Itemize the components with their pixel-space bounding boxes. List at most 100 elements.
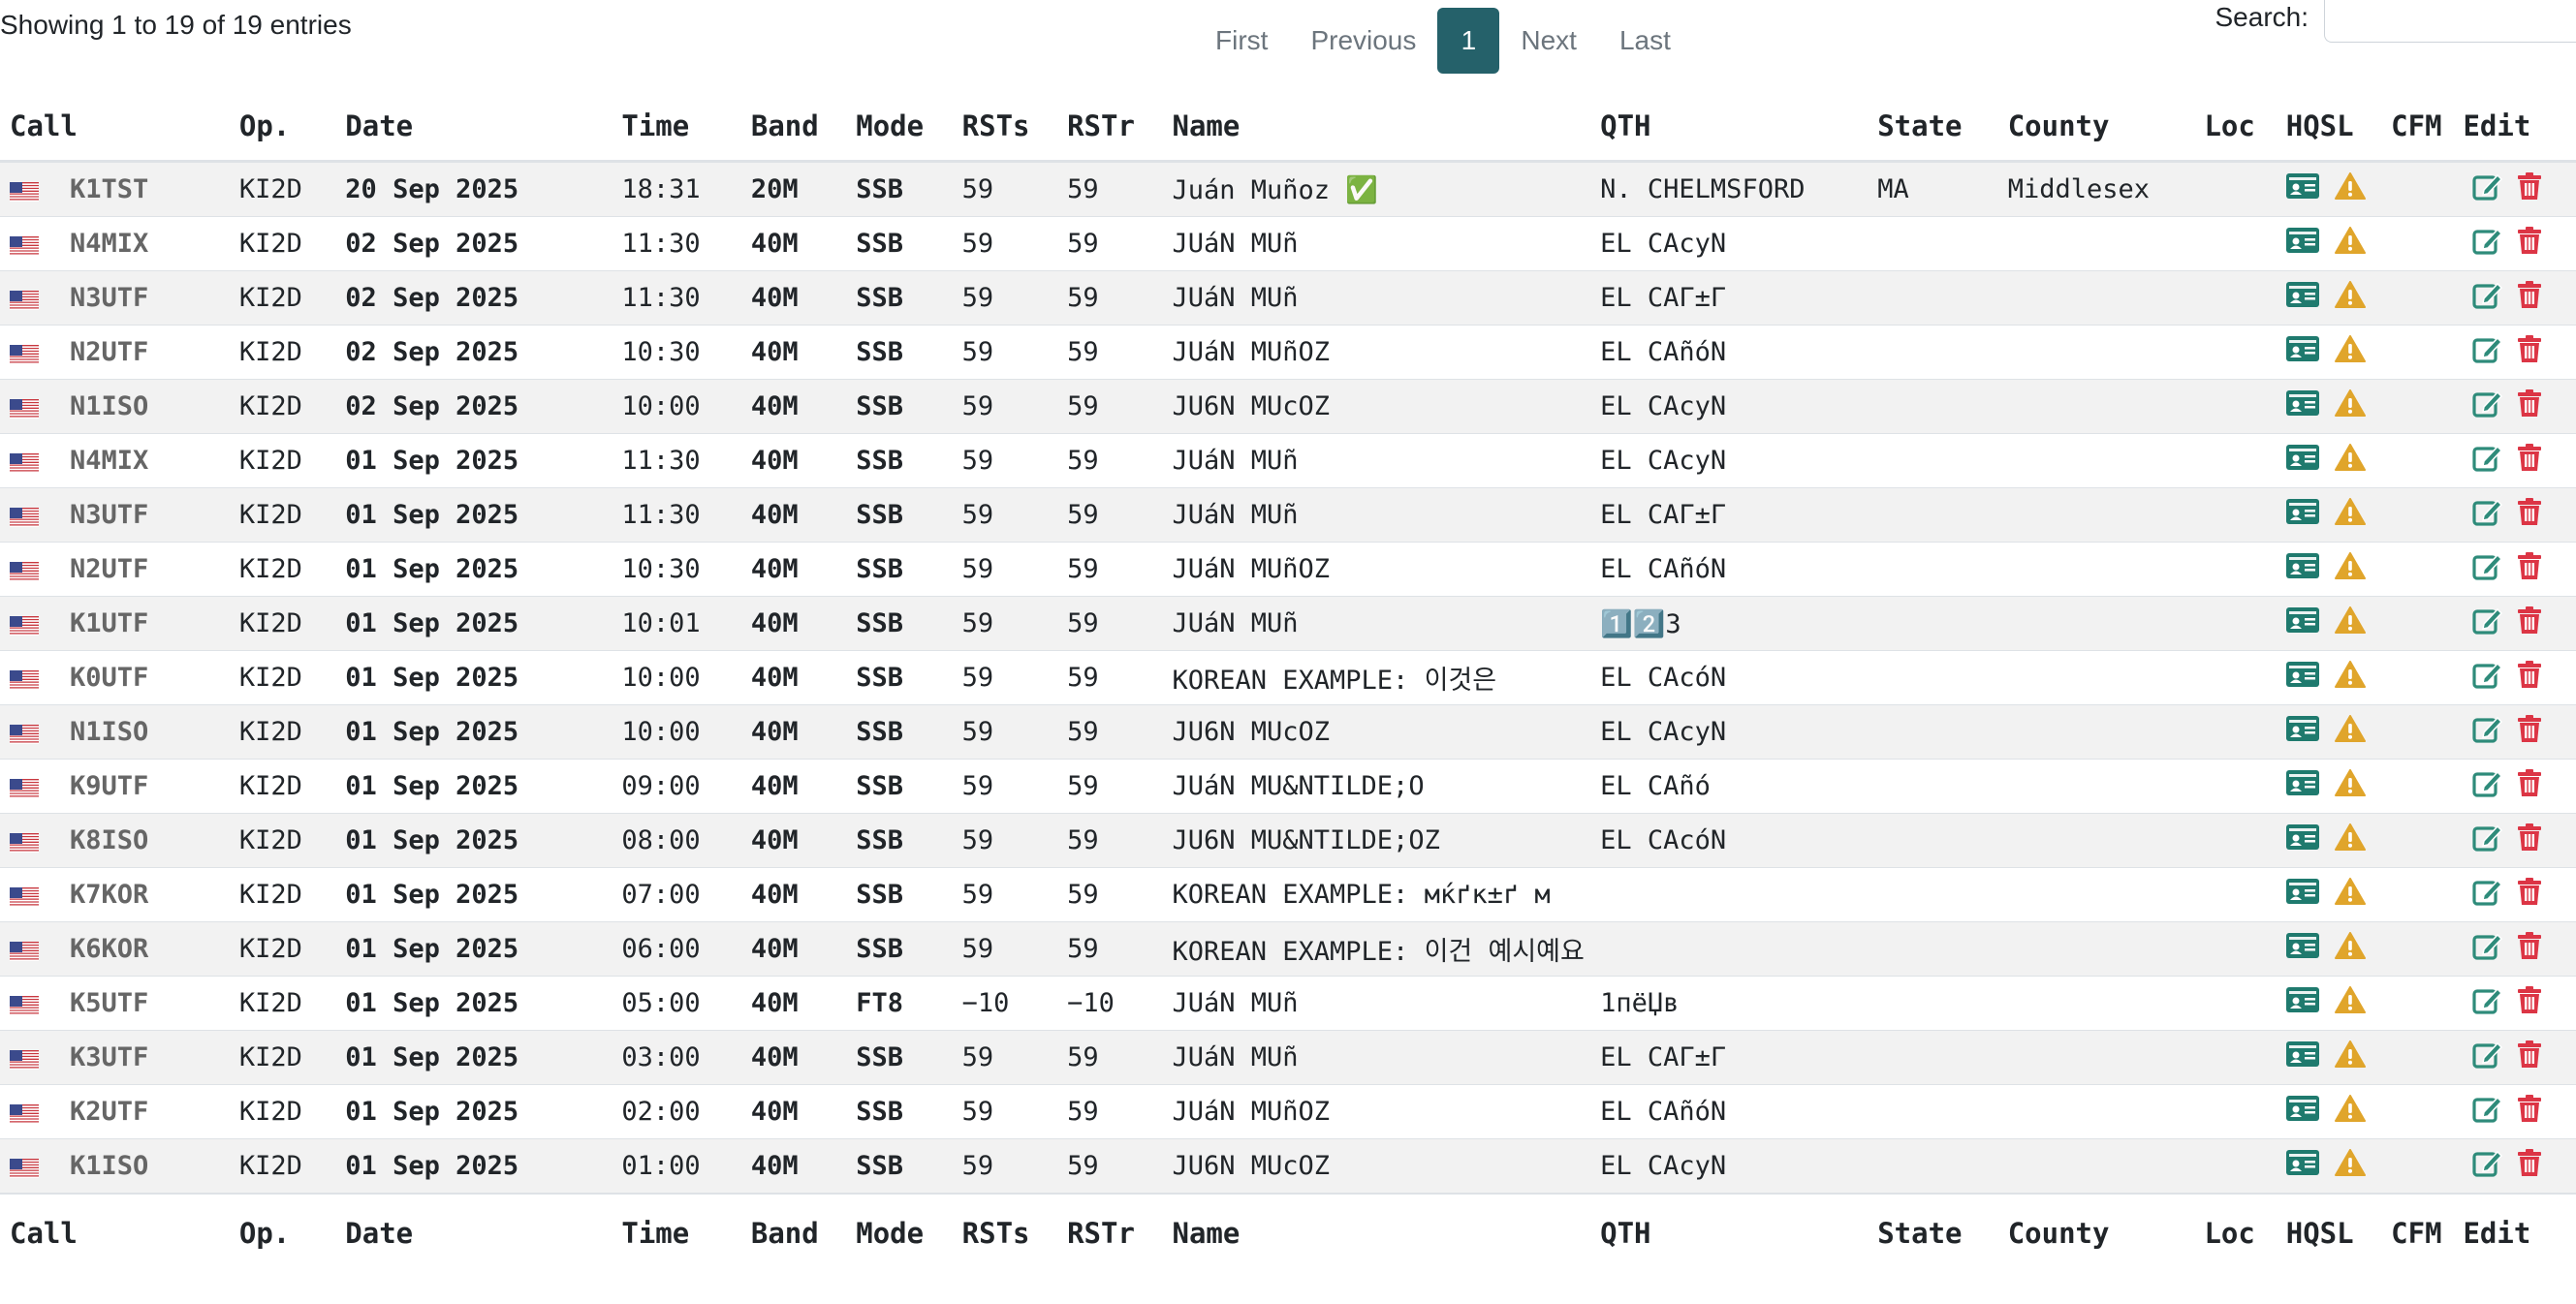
id-card-icon[interactable] (2285, 282, 2319, 314)
edit-icon[interactable] (2472, 660, 2503, 696)
call-sign-cell[interactable]: K1TST (0, 161, 230, 217)
id-card-icon[interactable] (2285, 445, 2319, 477)
column-footer-date[interactable]: Date (335, 1193, 613, 1272)
warning-icon[interactable] (2334, 606, 2366, 640)
trash-icon[interactable] (2517, 443, 2542, 479)
warning-icon[interactable] (2334, 986, 2366, 1020)
id-card-icon[interactable] (2285, 716, 2319, 748)
pagination-first[interactable]: First (1194, 8, 1289, 74)
call-sign-cell[interactable]: K7KOR (0, 867, 230, 922)
column-header-call[interactable]: Call (0, 92, 230, 163)
call-sign-text[interactable]: K8ISO (70, 825, 148, 855)
warning-icon[interactable] (2334, 769, 2366, 803)
warning-icon[interactable] (2334, 335, 2366, 369)
call-sign-cell[interactable]: N3UTF (0, 270, 230, 326)
edit-icon[interactable] (2472, 823, 2503, 858)
column-header-mode[interactable]: Mode (846, 92, 953, 163)
trash-icon[interactable] (2517, 714, 2542, 750)
call-sign-text[interactable]: K2UTF (70, 1097, 148, 1127)
id-card-icon[interactable] (2285, 336, 2319, 368)
column-footer-time[interactable]: Time (612, 1193, 741, 1272)
edit-icon[interactable] (2472, 768, 2503, 804)
edit-icon[interactable] (2472, 171, 2503, 207)
id-card-icon[interactable] (2285, 770, 2319, 802)
call-sign-text[interactable]: K0UTF (70, 663, 148, 693)
trash-icon[interactable] (2517, 1148, 2542, 1184)
id-card-icon[interactable] (2285, 1150, 2319, 1182)
call-sign-cell[interactable]: K6KOR (0, 921, 230, 977)
edit-icon[interactable] (2472, 1040, 2503, 1075)
call-sign-text[interactable]: K5UTF (70, 988, 148, 1018)
call-sign-cell[interactable]: N4MIX (0, 433, 230, 488)
column-header-band[interactable]: Band (740, 92, 847, 163)
warning-icon[interactable] (2334, 444, 2366, 478)
call-sign-cell[interactable]: K8ISO (0, 813, 230, 868)
edit-icon[interactable] (2472, 714, 2503, 750)
edit-icon[interactable] (2472, 551, 2503, 587)
id-card-icon[interactable] (2285, 499, 2319, 531)
warning-icon[interactable] (2334, 172, 2366, 206)
call-sign-cell[interactable]: N3UTF (0, 487, 230, 543)
edit-icon[interactable] (2472, 1094, 2503, 1130)
id-card-icon[interactable] (2285, 607, 2319, 639)
trash-icon[interactable] (2517, 660, 2542, 696)
column-footer-edit[interactable]: Edit (2453, 1193, 2576, 1272)
call-sign-text[interactable]: K7KOR (70, 880, 148, 910)
trash-icon[interactable] (2517, 877, 2542, 913)
call-sign-text[interactable]: N1ISO (70, 391, 148, 421)
call-sign-text[interactable]: K1TST (70, 174, 148, 204)
warning-icon[interactable] (2334, 1040, 2366, 1074)
column-header-qth[interactable]: QTH (1590, 92, 1869, 163)
call-sign-text[interactable]: N4MIX (70, 446, 148, 476)
call-sign-text[interactable]: K3UTF (70, 1042, 148, 1072)
column-header-state[interactable]: State (1868, 92, 1998, 163)
column-footer-rstr[interactable]: RSTr (1057, 1193, 1163, 1272)
edit-icon[interactable] (2472, 931, 2503, 967)
trash-icon[interactable] (2517, 551, 2542, 587)
id-card-icon[interactable] (2285, 228, 2319, 260)
warning-icon[interactable] (2334, 1149, 2366, 1183)
edit-icon[interactable] (2472, 497, 2503, 533)
column-footer-rsts[interactable]: RSTs (952, 1193, 1058, 1272)
edit-icon[interactable] (2472, 443, 2503, 479)
id-card-icon[interactable] (2285, 824, 2319, 856)
warning-icon[interactable] (2334, 281, 2366, 315)
warning-icon[interactable] (2334, 1095, 2366, 1129)
edit-icon[interactable] (2472, 334, 2503, 370)
call-sign-text[interactable]: K1ISO (70, 1151, 148, 1181)
column-footer-qth[interactable]: QTH (1590, 1193, 1869, 1272)
id-card-icon[interactable] (2285, 987, 2319, 1019)
trash-icon[interactable] (2517, 226, 2542, 262)
warning-icon[interactable] (2334, 498, 2366, 532)
trash-icon[interactable] (2517, 497, 2542, 533)
trash-icon[interactable] (2517, 334, 2542, 370)
call-sign-text[interactable]: N2UTF (70, 337, 148, 367)
call-sign-cell[interactable]: N1ISO (0, 704, 230, 760)
id-card-icon[interactable] (2285, 879, 2319, 911)
call-sign-text[interactable]: N3UTF (70, 500, 148, 530)
call-sign-cell[interactable]: K1UTF (0, 596, 230, 651)
column-header-rsts[interactable]: RSTs (952, 92, 1058, 163)
trash-icon[interactable] (2517, 931, 2542, 967)
call-sign-cell[interactable]: N4MIX (0, 216, 230, 271)
edit-icon[interactable] (2472, 280, 2503, 316)
id-card-icon[interactable] (2285, 1041, 2319, 1073)
id-card-icon[interactable] (2285, 390, 2319, 422)
column-header-rstr[interactable]: RSTr (1057, 92, 1163, 163)
column-footer-call[interactable]: Call (0, 1193, 230, 1272)
warning-icon[interactable] (2334, 552, 2366, 586)
trash-icon[interactable] (2517, 823, 2542, 858)
pagination-next[interactable]: Next (1499, 8, 1598, 74)
id-card-icon[interactable] (2285, 553, 2319, 585)
id-card-icon[interactable] (2285, 933, 2319, 965)
warning-icon[interactable] (2334, 878, 2366, 912)
column-header-time[interactable]: Time (612, 92, 741, 163)
trash-icon[interactable] (2517, 171, 2542, 207)
edit-icon[interactable] (2472, 877, 2503, 913)
column-footer-name[interactable]: Name (1162, 1193, 1591, 1272)
pagination-page-1[interactable]: 1 (1437, 8, 1500, 74)
warning-icon[interactable] (2334, 715, 2366, 749)
id-card-icon[interactable] (2285, 173, 2319, 205)
call-sign-text[interactable]: N3UTF (70, 283, 148, 313)
call-sign-cell[interactable]: K3UTF (0, 1030, 230, 1085)
